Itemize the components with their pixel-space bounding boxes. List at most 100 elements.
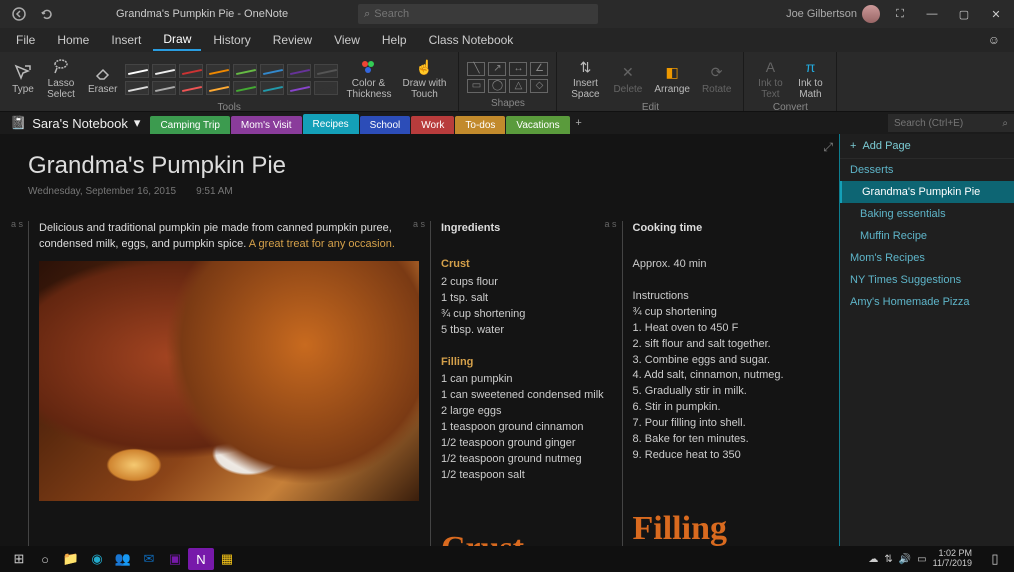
ribbon-display-button[interactable]: ⛶ xyxy=(888,2,912,26)
page-item-baking-essentials[interactable]: Baking essentials xyxy=(840,203,1014,225)
page-canvas[interactable]: ⤢ Grandma's Pumpkin Pie Wednesday, Septe… xyxy=(0,134,839,546)
minimize-button[interactable]: — xyxy=(920,2,944,26)
menu-view[interactable]: View xyxy=(324,30,370,50)
pen-14[interactable] xyxy=(287,81,311,95)
pen-1[interactable] xyxy=(152,64,176,78)
chevron-down-icon: ▾ xyxy=(134,115,141,131)
pen-8[interactable] xyxy=(125,81,149,95)
add-page-button[interactable]: +Add Page xyxy=(840,134,1014,159)
add-section-button[interactable]: + xyxy=(570,114,588,132)
menu-insert[interactable]: Insert xyxy=(101,30,151,50)
global-search[interactable]: ⌕ xyxy=(358,4,598,24)
insert-space-button[interactable]: ⇅Insert Space xyxy=(565,56,605,102)
ink-to-math-button[interactable]: πInk to Math xyxy=(792,56,828,102)
pages-panel: +Add Page DessertsGrandma's Pumpkin PieB… xyxy=(839,134,1014,546)
pen-4[interactable] xyxy=(233,64,257,78)
back-button[interactable] xyxy=(10,5,28,23)
user-account[interactable]: Joe Gilbertson xyxy=(786,5,880,23)
notebook-selector[interactable]: 📓 Sara's Notebook ▾ xyxy=(0,115,150,131)
ink-to-text-button[interactable]: AInk to Text xyxy=(752,56,788,102)
pen-10[interactable] xyxy=(179,81,203,95)
menu-help[interactable]: Help xyxy=(372,30,417,50)
menu-review[interactable]: Review xyxy=(263,30,322,50)
desc-part-2: A great treat for any occasion. xyxy=(249,238,395,250)
menu-class-notebook[interactable]: Class Notebook xyxy=(419,30,524,50)
shape-double-arrow[interactable]: ↔ xyxy=(509,62,527,76)
lasso-select-button[interactable]: Lasso Select xyxy=(42,56,80,102)
shape-rect[interactable]: ▭ xyxy=(467,79,485,93)
pen-15[interactable] xyxy=(314,81,338,95)
taskbar-clock[interactable]: 1:02 PM 11/7/2019 xyxy=(933,549,976,569)
arrange-label: Arrange xyxy=(654,84,690,95)
page-item-ny-times-suggestions[interactable]: NY Times Suggestions xyxy=(840,269,1014,291)
rotate-button[interactable]: ⟳Rotate xyxy=(698,62,735,97)
pen-3[interactable] xyxy=(206,64,230,78)
page-item-grandma-s-pumpkin-pie[interactable]: Grandma's Pumpkin Pie xyxy=(840,181,1014,203)
arrange-button[interactable]: ◧Arrange xyxy=(650,62,694,97)
shape-angle[interactable]: ∠ xyxy=(530,62,548,76)
section-tab-mom-s-visit[interactable]: Mom's Visit xyxy=(231,116,302,134)
maximize-button[interactable]: ▢ xyxy=(952,2,976,26)
notebook-search[interactable]: ⌕ xyxy=(888,114,1014,132)
section-tab-camping-trip[interactable]: Camping Trip xyxy=(150,116,229,134)
notebook-search-input[interactable] xyxy=(894,118,1002,129)
shape-triangle[interactable]: △ xyxy=(509,79,527,93)
menu-draw[interactable]: Draw xyxy=(153,29,201,51)
tray-battery-icon[interactable]: ▭ xyxy=(917,554,926,565)
draw-touch-button[interactable]: ☝Draw with Touch xyxy=(398,56,450,102)
page-title[interactable]: Grandma's Pumpkin Pie xyxy=(28,152,811,180)
section-tabs: Camping TripMom's VisitRecipesSchoolWork… xyxy=(150,112,569,134)
action-center-button[interactable]: ▯ xyxy=(982,548,1008,570)
menu-home[interactable]: Home xyxy=(47,30,99,50)
shape-ellipse[interactable]: ◯ xyxy=(488,79,506,93)
list-item: 3. Combine eggs and sugar. xyxy=(633,353,811,369)
delete-button[interactable]: ✕Delete xyxy=(609,62,646,97)
taskbar-edge[interactable]: ◉ xyxy=(84,548,110,570)
section-tab-to-dos[interactable]: To-dos xyxy=(455,116,505,134)
page-item-mom-s-recipes[interactable]: Mom's Recipes xyxy=(840,247,1014,269)
pen-0[interactable] xyxy=(125,64,149,78)
pen-2[interactable] xyxy=(179,64,203,78)
pen-13[interactable] xyxy=(260,81,284,95)
shape-line[interactable]: ╲ xyxy=(467,62,485,76)
section-tab-vacations[interactable]: Vacations xyxy=(506,116,569,134)
list-item: 2. sift flour and salt together. xyxy=(633,337,811,353)
global-search-input[interactable] xyxy=(374,8,592,20)
shape-diamond[interactable]: ◇ xyxy=(530,79,548,93)
menu-history[interactable]: History xyxy=(203,30,260,50)
expand-page-button[interactable]: ⤢ xyxy=(823,140,833,155)
pen-12[interactable] xyxy=(233,81,257,95)
page-item-muffin-recipe[interactable]: Muffin Recipe xyxy=(840,225,1014,247)
close-button[interactable]: ✕ xyxy=(984,2,1008,26)
pen-5[interactable] xyxy=(260,64,284,78)
page-item-amy-s-homemade-pizza[interactable]: Amy's Homemade Pizza xyxy=(840,291,1014,313)
tray-network-icon[interactable]: ⇅ xyxy=(884,554,892,565)
section-tab-school[interactable]: School xyxy=(360,116,411,134)
type-button[interactable]: Type xyxy=(8,62,38,97)
section-tab-recipes[interactable]: Recipes xyxy=(303,114,359,134)
page-item-desserts[interactable]: Desserts xyxy=(840,159,1014,181)
color-thickness-button[interactable]: Color & Thickness xyxy=(342,56,394,102)
feedback-icon[interactable]: ☺ xyxy=(988,33,1008,47)
menu-file[interactable]: File xyxy=(6,30,45,50)
undo-button[interactable] xyxy=(38,5,56,23)
taskbar-onenote[interactable]: ▣ xyxy=(162,548,188,570)
pen-7[interactable] xyxy=(314,64,338,78)
taskbar-onenote-win[interactable]: N xyxy=(188,548,214,570)
tray-sound-icon[interactable]: 🔊 xyxy=(899,554,911,565)
section-tab-work[interactable]: Work xyxy=(411,116,454,134)
taskbar-outlook[interactable]: ✉ xyxy=(136,548,162,570)
taskbar-search[interactable]: ○ xyxy=(32,548,58,570)
pen-9[interactable] xyxy=(152,81,176,95)
eraser-button[interactable]: Eraser xyxy=(84,62,121,97)
pen-6[interactable] xyxy=(287,64,311,78)
taskbar-sticky[interactable]: ▦ xyxy=(214,548,240,570)
list-item: 1 can sweetened condensed milk xyxy=(441,388,610,404)
instructions-list: ¾ cup shortening1. Heat oven to 450 F2. … xyxy=(633,305,811,464)
tray-onedrive-icon[interactable]: ☁ xyxy=(868,554,878,565)
taskbar-teams[interactable]: 👥 xyxy=(110,548,136,570)
taskbar-explorer[interactable]: 📁 xyxy=(58,548,84,570)
shape-arrow[interactable]: ↗ xyxy=(488,62,506,76)
start-button[interactable]: ⊞ xyxy=(6,548,32,570)
pen-11[interactable] xyxy=(206,81,230,95)
